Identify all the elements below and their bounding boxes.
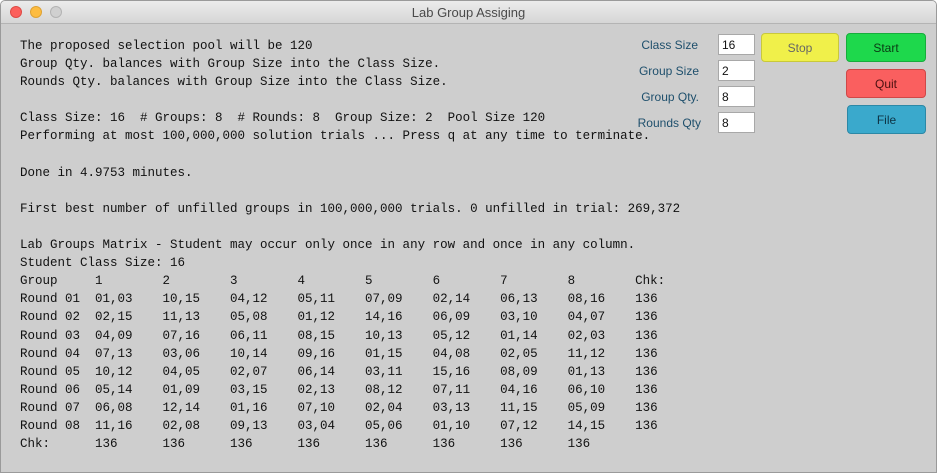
output-line: Class Size: 16 # Groups: 8 # Rounds: 8 G…	[20, 111, 546, 126]
group-size-input[interactable]	[718, 60, 755, 81]
output-line: Chk: 136 136 136 136 136 136 136 136	[20, 437, 591, 452]
output-line: Performing at most 100,000,000 solution …	[20, 129, 651, 144]
output-line: First best number of unfilled groups in …	[20, 201, 681, 216]
rounds-qty-input[interactable]	[718, 112, 755, 133]
output-line: Round 02 02,15 11,13 05,08 01,12 14,16 0…	[20, 310, 658, 325]
output-line: Lab Groups Matrix - Student may occur on…	[20, 238, 636, 253]
output-line: Group 1 2 3 4 5 6 7 8 Chk:	[20, 274, 666, 289]
output-line: The proposed selection pool will be 120	[20, 39, 313, 53]
group-qty-label: Group Qty.	[641, 90, 699, 104]
app-window: Lab Group Assiging The proposed selectio…	[0, 0, 937, 473]
output-line: Round 07 06,08 12,14 01,16 07,10 02,04 0…	[20, 400, 658, 415]
output-line: Round 06 05,14 01,09 03,15 02,13 08,12 0…	[20, 382, 658, 397]
stop-button[interactable]: Stop	[761, 33, 839, 62]
output-line: Round 03 04,09 07,16 06,11 08,15 10,13 0…	[20, 328, 658, 343]
group-qty-input[interactable]	[718, 86, 755, 107]
quit-button[interactable]: Quit	[846, 69, 926, 98]
group-size-label: Group Size	[638, 64, 699, 78]
start-button[interactable]: Start	[846, 33, 926, 62]
rounds-qty-label: Rounds Qty	[637, 116, 701, 130]
output-line: Done in 4.9753 minutes.	[20, 165, 193, 180]
output-line: Round 01 01,03 10,15 04,12 05,11 07,09 0…	[20, 292, 658, 307]
output-line: Student Class Size: 16	[20, 256, 186, 271]
window-title: Lab Group Assiging	[411, 5, 526, 20]
output-line: Round 04 07,13 03,06 10,14 09,16 01,15 0…	[20, 346, 658, 361]
output-line: Round 05 10,12 04,05 02,07 06,14 03,11 1…	[20, 364, 658, 379]
class-size-input[interactable]	[718, 34, 755, 55]
output-line: Round 08 11,16 02,08 09,13 03,04 05,06 0…	[20, 418, 658, 433]
output-text-area: The proposed selection pool will be 120 G…	[20, 37, 680, 453]
output-line: Group Qty. balances with Group Size into…	[20, 57, 441, 72]
output-line: Rounds Qty. balances with Group Size int…	[20, 75, 448, 90]
file-button[interactable]: File	[847, 105, 926, 134]
title-bar: Lab Group Assiging	[1, 1, 936, 24]
class-size-label: Class Size	[641, 38, 698, 52]
